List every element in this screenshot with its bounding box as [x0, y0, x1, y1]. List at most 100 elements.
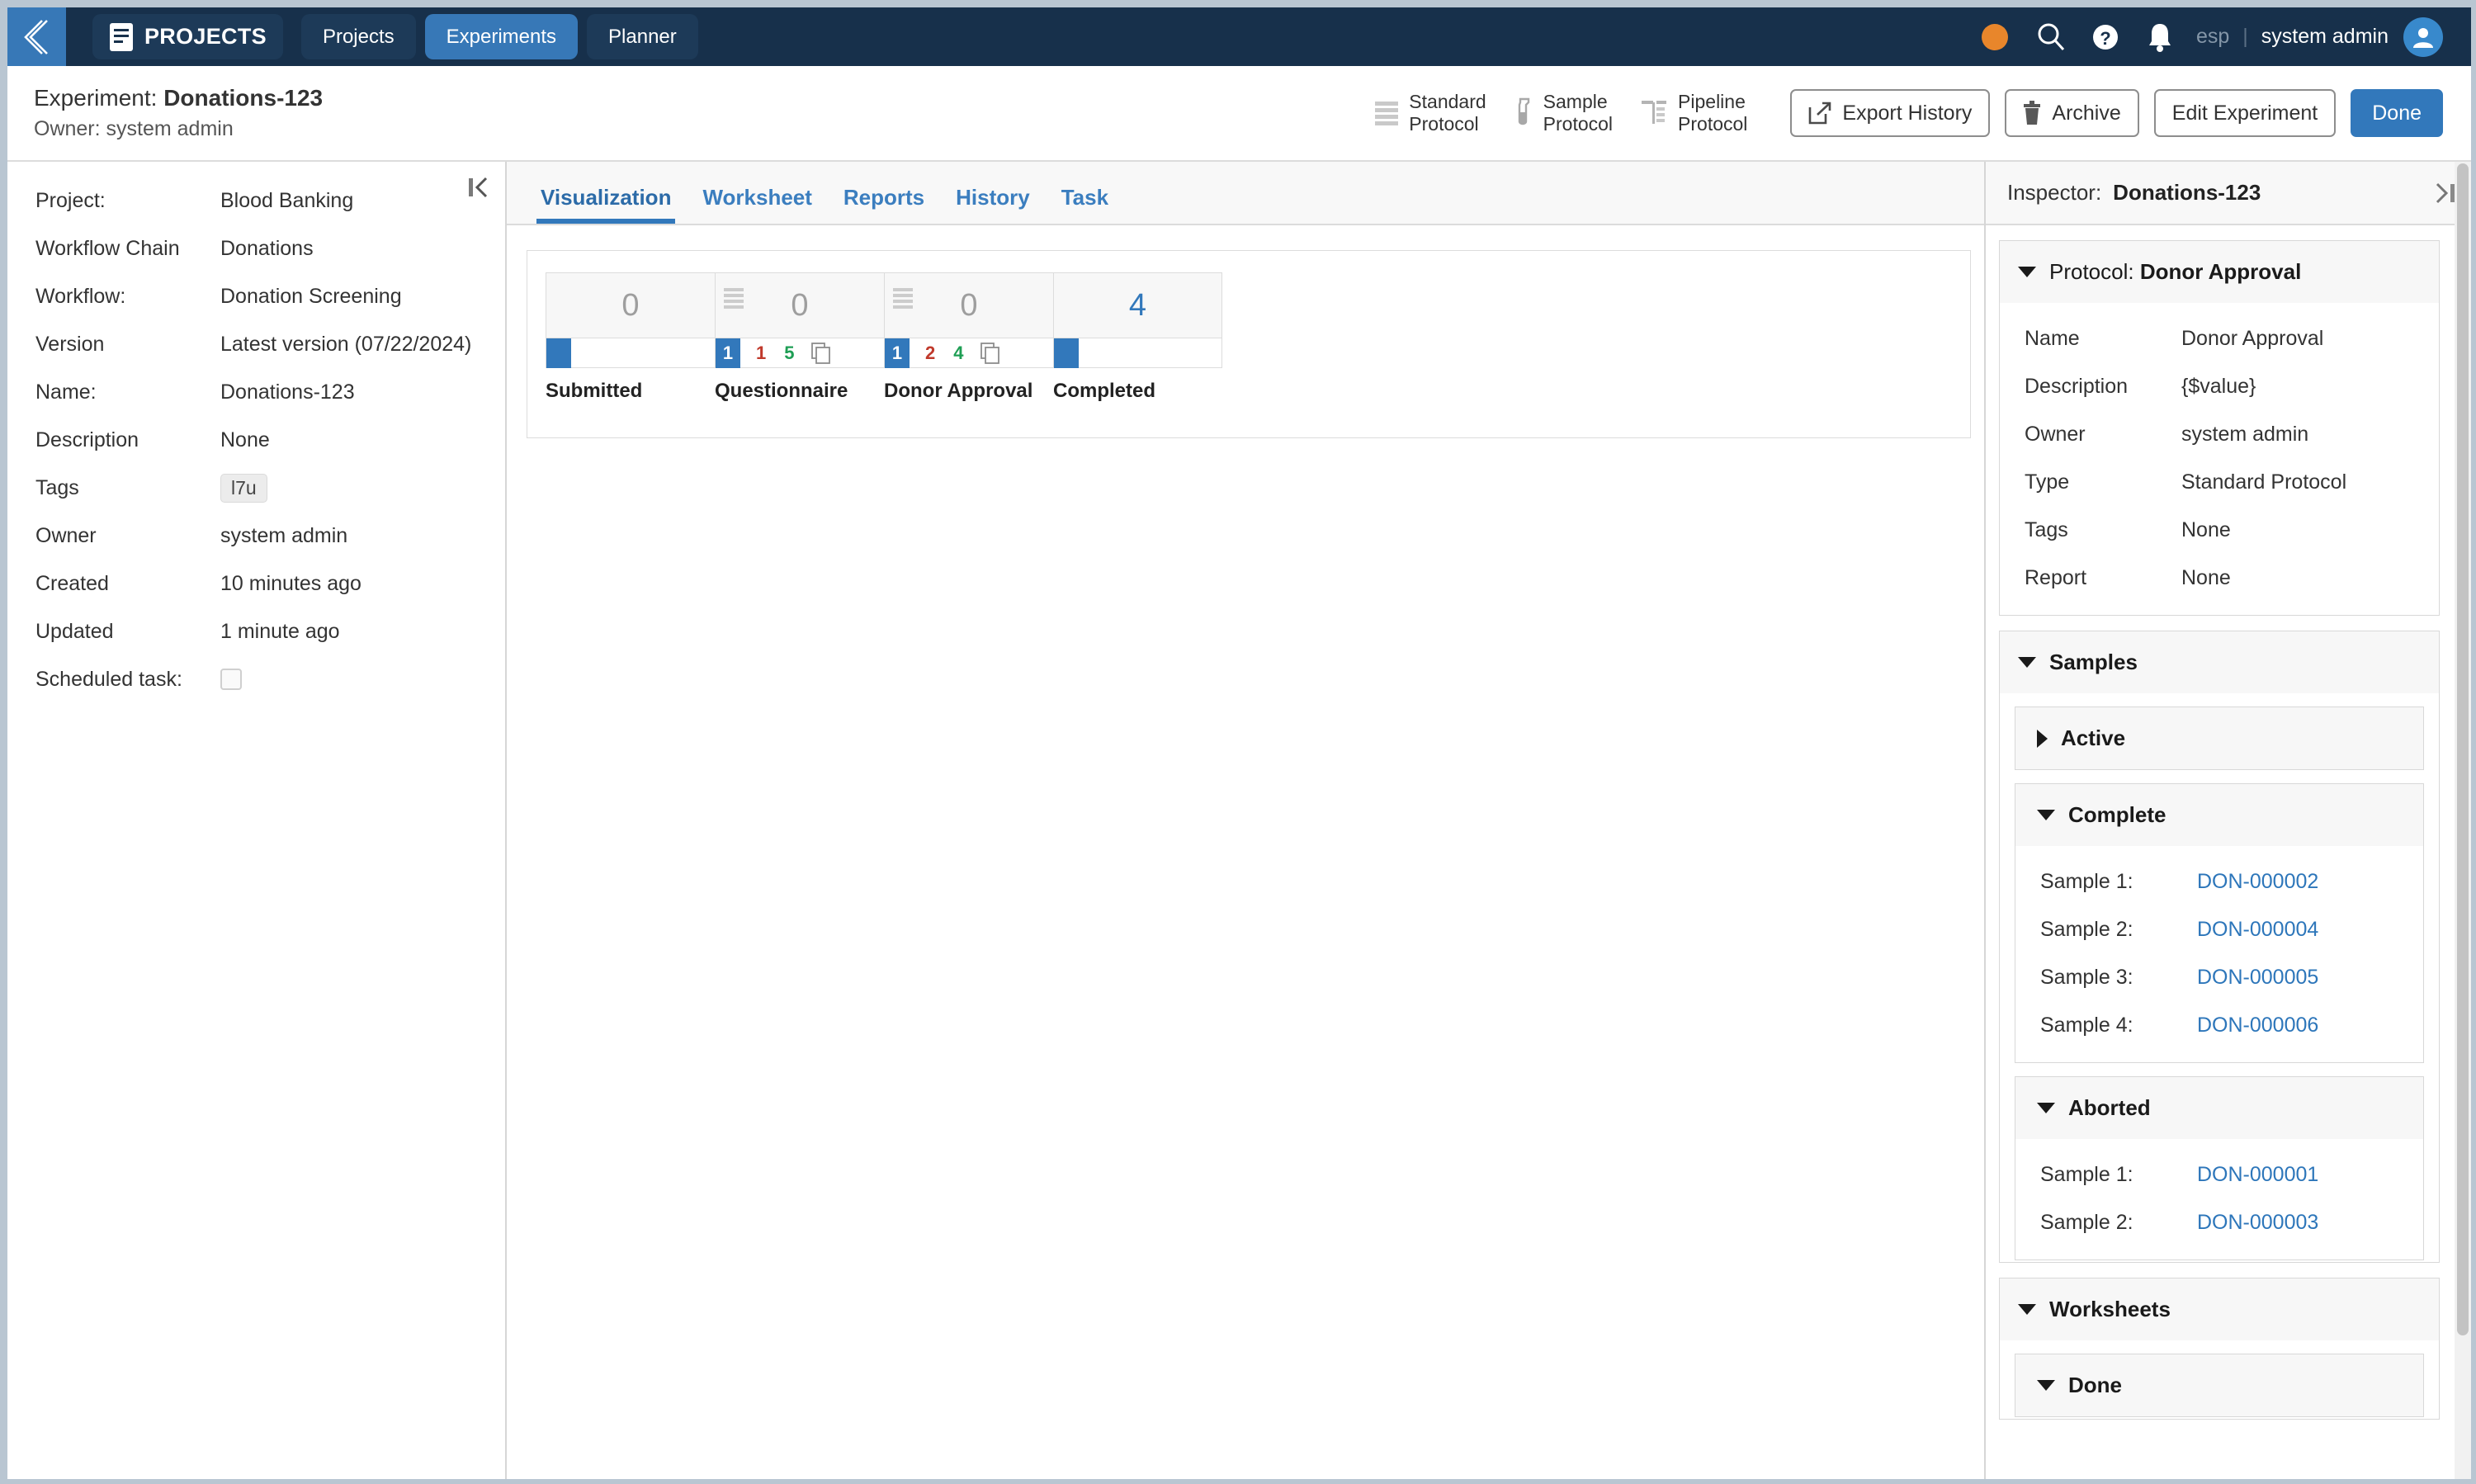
stage-count-cell: 0 — [546, 272, 715, 338]
accordion-samples-aborted-title: Aborted — [2068, 1095, 2151, 1120]
edit-experiment-label: Edit Experiment — [2171, 101, 2318, 125]
page-title: Experiment: Donations-123 — [34, 85, 323, 111]
stage-complete-count[interactable]: 4 — [953, 343, 963, 364]
stage-column-completed: 4 Completed — [1053, 272, 1222, 403]
accordion-samples-header[interactable]: Samples — [2000, 631, 2439, 693]
help-button[interactable]: ? — [2087, 19, 2124, 55]
back-button[interactable] — [7, 7, 66, 66]
detail-key: Workflow Chain — [35, 236, 180, 260]
accordion-samples-active-header[interactable]: Active — [2015, 707, 2423, 769]
inspector-target-name: Donations-123 — [2113, 180, 2261, 205]
sample-label: Sample 2: — [2040, 917, 2133, 941]
standard-protocol-icon — [892, 286, 914, 314]
stage-track: 0 Submitted 0 1 1 5 Questionnaire 0 1 2 … — [546, 272, 1952, 403]
stage-count: 0 — [960, 287, 978, 323]
brand-label: PROJECTS — [144, 24, 267, 49]
accordion-worksheets-done-title: Done — [2068, 1373, 2122, 1397]
tag-chip[interactable]: l7u — [220, 473, 267, 503]
stage-label: Submitted — [546, 380, 643, 402]
copy-icon[interactable] — [810, 342, 831, 364]
protocol-value: None — [2181, 518, 2231, 541]
stage-active-count[interactable]: 1 — [716, 338, 740, 368]
detail-key: Updated — [35, 619, 114, 643]
svg-text:?: ? — [2100, 28, 2110, 49]
sample-protocol-line2: Protocol — [1543, 113, 1614, 135]
accordion-worksheets-done-header[interactable]: Done — [2015, 1354, 2423, 1416]
protocol-key: Name — [2025, 326, 2080, 350]
accordion-samples-aborted-header[interactable]: Aborted — [2015, 1077, 2423, 1139]
tab-reports[interactable]: Reports — [828, 185, 940, 224]
accordion-worksheets-header[interactable]: Worksheets — [2000, 1278, 2439, 1340]
collapse-details-panel-button[interactable] — [467, 175, 489, 200]
notifications-button[interactable] — [2142, 19, 2178, 55]
accordion-protocol-body: Name Donor Approval Description {$value}… — [2000, 303, 2439, 615]
sample-label: Sample 1: — [2040, 869, 2133, 893]
pipeline-protocol-shortcut[interactable]: Pipeline Protocol — [1641, 91, 1747, 135]
tab-worksheet[interactable]: Worksheet — [687, 185, 827, 224]
external-link-icon — [1809, 102, 1831, 125]
sample-link[interactable]: DON-000001 — [2197, 1163, 2318, 1187]
sample-protocol-shortcut[interactable]: Sample Protocol — [1514, 91, 1613, 135]
nav-tab-projects[interactable]: Projects — [300, 14, 416, 59]
stage-complete-count[interactable]: 5 — [784, 343, 794, 364]
document-list-icon — [110, 22, 133, 51]
sample-row: Sample 2: DON-000003 — [2015, 1198, 2423, 1246]
detail-row-project: Project: Blood Banking — [7, 177, 505, 224]
tab-task[interactable]: Task — [1046, 185, 1124, 224]
collapse-left-icon — [469, 177, 488, 198]
chevron-right-icon — [2037, 729, 2048, 748]
search-button[interactable] — [2033, 19, 2069, 55]
accordion-protocol-header[interactable]: Protocol: Donor Approval — [2000, 241, 2439, 303]
detail-key: Tags — [35, 475, 79, 499]
sample-link[interactable]: DON-000004 — [2197, 918, 2318, 942]
sample-link[interactable]: DON-000006 — [2197, 1014, 2318, 1037]
brand-projects-button[interactable]: PROJECTS — [92, 14, 283, 59]
export-history-button[interactable]: Export History — [1790, 89, 1991, 137]
done-label: Done — [2372, 101, 2422, 125]
protocol-value: {$value} — [2181, 374, 2256, 398]
sample-row: Sample 1: DON-000001 — [2015, 1151, 2423, 1198]
help-circle-icon: ? — [2092, 24, 2118, 50]
archive-button[interactable]: Archive — [2005, 89, 2139, 137]
stage-aborted-count[interactable]: 1 — [756, 343, 766, 364]
stage-bar-active-block[interactable] — [1054, 338, 1079, 368]
page-scrollbar-thumb[interactable] — [2457, 163, 2469, 1335]
detail-key: Description — [35, 428, 139, 451]
nav-right-group: ? esp | system admin — [1981, 17, 2471, 57]
detail-row-owner: Owner system admin — [7, 512, 505, 560]
status-indicator-dot — [1981, 23, 2008, 50]
protocol-key: Owner — [2025, 422, 2086, 446]
accordion-samples-complete-header[interactable]: Complete — [2015, 784, 2423, 846]
nav-tab-group: Projects Experiments Planner — [300, 14, 698, 59]
inspector-label: Inspector: — [2007, 180, 2102, 205]
scheduled-task-checkbox[interactable] — [220, 669, 242, 690]
stage-active-count[interactable]: 1 — [885, 338, 910, 368]
sample-link[interactable]: DON-000005 — [2197, 966, 2318, 990]
stage-bar-active-block[interactable] — [546, 338, 571, 368]
sample-row: Sample 2: DON-000004 — [2015, 905, 2423, 953]
chevron-down-icon — [2018, 267, 2036, 277]
tab-visualization[interactable]: Visualization — [525, 185, 687, 224]
sample-protocol-line1: Sample — [1543, 90, 1608, 112]
avatar[interactable] — [2403, 17, 2443, 57]
user-avatar-icon — [2413, 27, 2433, 48]
copy-icon[interactable] — [980, 342, 1000, 364]
detail-key: Owner — [35, 523, 97, 547]
expand-inspector-button[interactable] — [2435, 181, 2456, 206]
page-scrollbar[interactable] — [2455, 162, 2471, 1479]
done-button[interactable]: Done — [2351, 89, 2443, 137]
pipeline-protocol-label: Pipeline Protocol — [1678, 91, 1747, 135]
standard-protocol-shortcut[interactable]: Standard Protocol — [1373, 91, 1486, 135]
page-title-prefix: Experiment: — [34, 85, 158, 111]
detail-value: 1 minute ago — [220, 619, 340, 643]
nav-tab-experiments[interactable]: Experiments — [424, 14, 579, 59]
locale-switcher[interactable]: esp — [2196, 25, 2229, 49]
sample-link[interactable]: DON-000002 — [2197, 870, 2318, 894]
export-history-label: Export History — [1842, 101, 1973, 125]
nav-tab-planner[interactable]: Planner — [587, 14, 698, 59]
stage-aborted-count[interactable]: 2 — [925, 343, 935, 364]
edit-experiment-button[interactable]: Edit Experiment — [2153, 89, 2337, 137]
tab-history[interactable]: History — [940, 185, 1046, 224]
current-user-label[interactable]: system admin — [2261, 25, 2389, 49]
sample-link[interactable]: DON-000003 — [2197, 1211, 2318, 1235]
